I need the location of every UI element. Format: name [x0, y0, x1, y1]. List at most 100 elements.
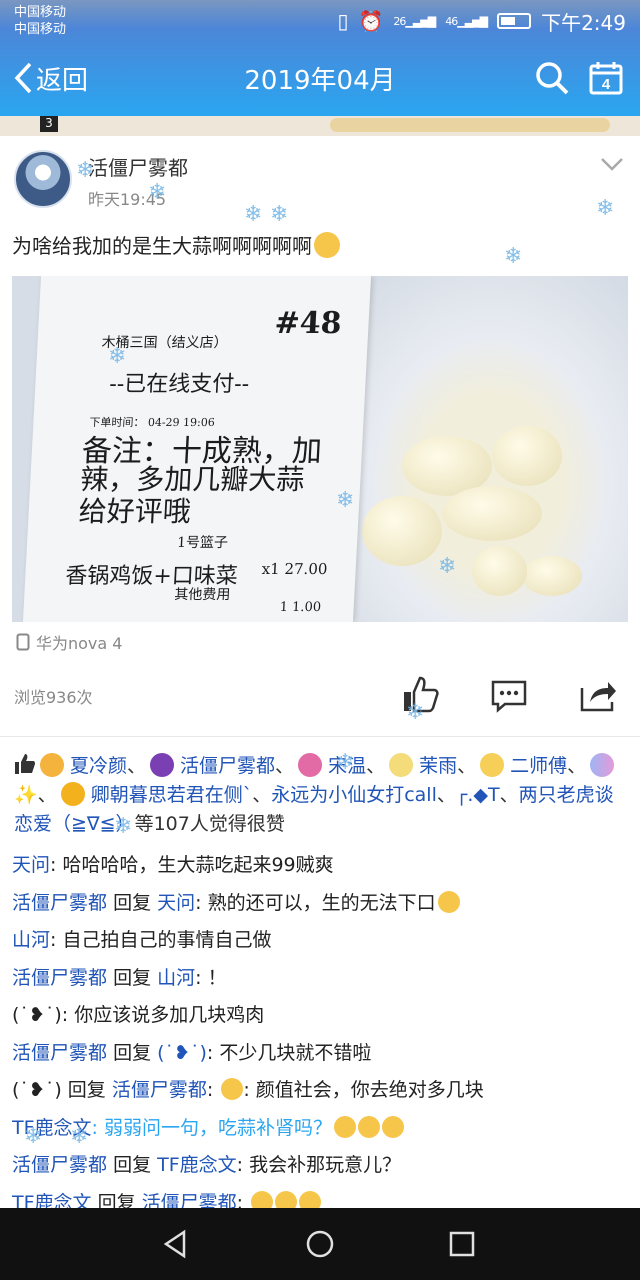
comment-author[interactable]: 活僵尸雾都: [12, 967, 107, 989]
comment-author[interactable]: (˙❥˙): [12, 1004, 62, 1026]
grin-emoji-icon: [221, 1078, 244, 1100]
liker-avatar-icon: [590, 753, 615, 777]
liker-name[interactable]: 茉雨: [419, 755, 457, 777]
laugh-emoji-icon: [334, 1115, 356, 1138]
reply-target[interactable]: 天问: [157, 892, 195, 914]
reply-target[interactable]: (˙❥˙): [157, 1042, 207, 1064]
recents-square-icon[interactable]: [446, 1228, 478, 1260]
snowflake-icon: ❄: [24, 1124, 43, 1149]
garlic-clove: [472, 546, 527, 596]
alarm-icon: ⏰: [358, 9, 384, 33]
vibrate-icon: ▯: [337, 9, 349, 33]
comment-icon[interactable]: [489, 674, 529, 714]
search-icon[interactable]: [534, 60, 570, 96]
calendar-icon[interactable]: 4: [588, 60, 624, 96]
receipt-note-3: 给好评哦: [77, 495, 192, 528]
comment-author[interactable]: 活僵尸雾都: [12, 892, 107, 914]
crown-icon: [60, 782, 85, 806]
liker-name[interactable]: ✨: [14, 784, 38, 806]
liker-name[interactable]: 卿朝暮思若君在侧`: [91, 784, 253, 806]
comment-text: : 颜值社会，你去绝对多几块: [243, 1079, 484, 1101]
comment-item[interactable]: 活僵尸雾都 回复 天问: 熟的还可以，生的无法下口: [12, 888, 628, 926]
snowflake-icon: ❄: [336, 488, 355, 513]
post-photo[interactable]: #48 木桶三国（结义店） --已在线支付-- 下单时间： 04-29 19:0…: [12, 276, 628, 622]
comment-item[interactable]: 活僵尸雾都 回复 山河: ！: [12, 963, 628, 1001]
home-circle-icon[interactable]: [304, 1228, 336, 1260]
back-triangle-icon[interactable]: [160, 1228, 192, 1260]
snowflake-icon: ❄: [70, 1124, 89, 1149]
snowflake-icon: ❄: [114, 814, 133, 839]
reply-word: 回复: [67, 1079, 106, 1101]
liker-name[interactable]: 二师傅: [510, 755, 567, 777]
carrier-2: 中国移动: [14, 22, 67, 37]
comment-item[interactable]: TF鹿念文: 弱弱问一句，吃蒜补肾吗？: [12, 1113, 628, 1151]
share-icon[interactable]: [578, 674, 618, 714]
receipt-qty-price: x1 27.00: [261, 560, 328, 578]
status-icons: ▯ ⏰ 26▁▃▅▇ 46▁▃▅▇ 下午2:49: [337, 8, 626, 35]
carrier-info: 中国移动 中国移动: [14, 4, 66, 38]
snowflake-icon: ❄: [76, 158, 95, 183]
snowflake-icon: ❄: [406, 700, 425, 725]
banner-decoration: [330, 118, 610, 132]
post-author[interactable]: 活僵尸雾都: [88, 152, 188, 181]
reply-word: 回复: [113, 966, 152, 989]
comment-list: 天问: 哈哈哈哈，生大蒜吃起来99贼爽 活僵尸雾都 回复 天问: 熟的还可以，生…: [12, 850, 628, 1225]
comment-text: : 熟的还可以，生的无法下口: [195, 891, 436, 914]
laugh-emoji-icon: [382, 1115, 404, 1138]
comment-author[interactable]: 山河: [12, 929, 50, 951]
comment-text: : 哈哈哈哈，生大蒜吃起来99贼爽: [50, 854, 334, 876]
phone-icon: [16, 633, 30, 651]
comment-text: : ！: [195, 966, 227, 989]
comment-text: : 弱弱问一句，吃蒜补肾吗？: [91, 1116, 332, 1139]
device-info: 华为nova 4: [16, 630, 122, 654]
sad-emoji-icon: [437, 890, 460, 913]
liker-name[interactable]: 活僵尸雾都: [180, 755, 275, 777]
snowflake-icon: ❄: [504, 244, 523, 269]
reply-target[interactable]: TF鹿念文: [157, 1154, 237, 1176]
liker-name[interactable]: 永远为小仙女打call: [271, 784, 437, 806]
comment-item[interactable]: 活僵尸雾都 回复 TF鹿念文: 我会补那玩意儿？: [12, 1150, 628, 1188]
comment-text: : 自己拍自己的事情自己做: [50, 929, 272, 951]
comment-text: : 我会补那玩意儿？: [236, 1154, 402, 1176]
garlic-clove: [492, 426, 562, 486]
avatar[interactable]: [14, 150, 72, 208]
garlic-clove: [522, 556, 582, 596]
signal-icon-1: 26▁▃▅▇: [393, 14, 436, 28]
comment-item[interactable]: (˙❥˙): 你应该说多加几块鸡肉: [12, 1000, 628, 1038]
comment-author[interactable]: 天问: [12, 854, 50, 876]
system-nav-bar: [0, 1208, 640, 1280]
garlic-clove: [442, 486, 542, 541]
liker-avatar-icon: [480, 753, 505, 777]
snowflake-icon: ❄: [270, 202, 289, 227]
liker-avatar-icon: [389, 753, 414, 777]
comment-author[interactable]: 活僵尸雾都: [12, 1154, 107, 1176]
snowflake-icon: ❄: [336, 750, 355, 775]
post-text: 为啥给我加的是生大蒜啊啊啊啊啊: [12, 230, 340, 259]
snowflake-icon: ❄: [148, 180, 167, 205]
chevron-down-icon[interactable]: [600, 156, 624, 172]
comment-item[interactable]: (˙❥˙) 回复 活僵尸雾都: : 颜值社会，你去绝对多几块: [12, 1075, 628, 1113]
liker-name[interactable]: ┌.◆T: [456, 784, 500, 806]
divider: [0, 736, 640, 737]
receipt: #48 木桶三国（结义店） --已在线支付-- 下单时间： 04-29 19:0…: [22, 276, 372, 622]
receipt-other-price: 1 1.00: [279, 600, 322, 615]
liker-avatar-icon: [150, 753, 175, 777]
comment-item[interactable]: 活僵尸雾都 回复 (˙❥˙): 不少几块就不错啦: [12, 1038, 628, 1076]
comment-item[interactable]: 天问: 哈哈哈哈，生大蒜吃起来99贼爽: [12, 850, 628, 888]
laugh-emoji-icon: [358, 1115, 380, 1138]
reply-target[interactable]: 山河: [157, 967, 195, 989]
comment-author[interactable]: 活僵尸雾都: [12, 1042, 107, 1064]
reply-target[interactable]: 活僵尸雾都: [112, 1079, 207, 1101]
signal-icon-2: 46▁▃▅▇: [445, 14, 488, 28]
thumbs-up-icon: [15, 754, 35, 774]
receipt-paid: --已在线支付--: [108, 372, 250, 397]
liker-name[interactable]: 夏冷颜: [70, 755, 127, 777]
comment-author[interactable]: (˙❥˙): [12, 1079, 62, 1101]
reply-word: 回复: [113, 1154, 152, 1176]
reply-word: 回复: [113, 891, 152, 914]
banner-badge: 3: [40, 116, 58, 132]
comment-item[interactable]: 山河: 自己拍自己的事情自己做: [12, 925, 628, 963]
receipt-other-fee: 其他费用: [173, 587, 231, 603]
liker-avatar-icon: [40, 753, 64, 777]
receipt-number: #48: [273, 306, 343, 341]
